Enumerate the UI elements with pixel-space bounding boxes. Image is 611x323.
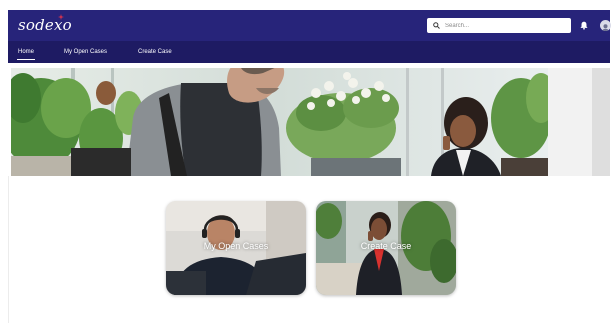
logo-star-icon [58,14,64,20]
page-edge [8,176,9,323]
card-label: My Open Cases [203,241,269,251]
search-box[interactable] [427,18,571,33]
user-silhouette-icon [601,24,610,31]
avatar-icon[interactable] [600,20,611,31]
office-people-photo [11,68,548,176]
nav-item-create-case[interactable]: Create Case [138,49,172,55]
hero-banner-image [11,68,548,176]
navigation-bar: Home My Open Cases Create Case [8,41,610,63]
bell-icon[interactable] [580,21,588,30]
global-header: sodexo [8,10,611,41]
card-create-case[interactable]: Create Case [316,201,456,295]
search-input[interactable] [445,22,565,29]
search-icon [433,22,440,29]
card-my-open-cases[interactable]: My Open Cases [166,201,306,295]
nav-item-my-open-cases[interactable]: My Open Cases [64,49,107,55]
banner-right-panel [548,68,610,176]
banner-edge [592,68,610,176]
nav-item-home[interactable]: Home [16,49,36,60]
card-label: Create Case [360,241,412,251]
